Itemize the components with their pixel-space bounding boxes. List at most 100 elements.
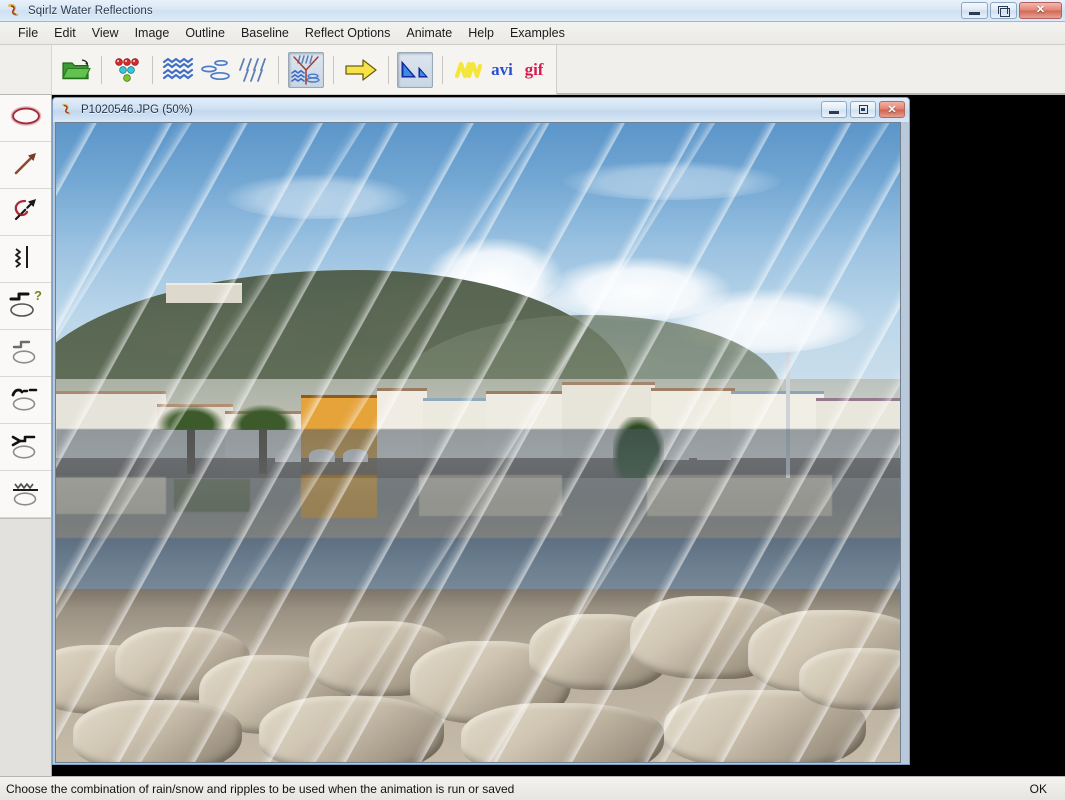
svg-text:?: ?: [34, 288, 42, 303]
toolbar-run-animation-button[interactable]: [343, 52, 379, 88]
document-body: [53, 122, 909, 764]
toolbar-rain-and-ripples-button[interactable]: [287, 51, 324, 88]
window-close-button[interactable]: ✕: [1019, 2, 1062, 19]
document-window-controls: ✕: [821, 101, 905, 118]
toolbar-morph-button[interactable]: [452, 52, 484, 88]
menu-item-reflect-options[interactable]: Reflect Options: [297, 24, 398, 42]
palm-fronds: [157, 404, 225, 430]
sidebar-item-arrow-tool[interactable]: [0, 142, 51, 189]
ripple-ellipses-icon: [200, 56, 232, 84]
menu-item-image[interactable]: Image: [127, 24, 178, 42]
rock: [258, 696, 445, 762]
toolbar-rain-button[interactable]: [237, 52, 269, 88]
menu-item-file[interactable]: File: [10, 24, 46, 42]
step-ellipse-question-icon: ?: [7, 288, 45, 325]
sqirlz-logo-icon: [5, 3, 21, 19]
document-titlebar: P1020546.JPG (50%) ✕: [53, 98, 909, 122]
toolbar-ripple-rings-button[interactable]: [199, 52, 233, 88]
menu-item-edit[interactable]: Edit: [46, 24, 84, 42]
main-toolbar: avi gif: [52, 45, 557, 95]
blue-triangle-reflect-icon: [398, 57, 432, 83]
main-body: ? P1020546.JPG (50%) ✕: [0, 95, 1065, 776]
sidebar-item-wave-ellipse-tool[interactable]: [0, 471, 51, 518]
rain-ripples-combo-icon: [289, 54, 323, 86]
red-curve-arrow-icon: [9, 195, 43, 230]
rain-streaks-icon: [238, 56, 268, 84]
step-ellipse-icon: [8, 335, 44, 372]
sidebar-item-arrow-step-ellipse-tool[interactable]: [0, 424, 51, 471]
close-icon: ✕: [1035, 4, 1046, 16]
window-minimize-button[interactable]: [961, 2, 988, 19]
arrow-step-ellipse-icon: [8, 429, 44, 466]
menubar: File Edit View Image Outline Baseline Re…: [0, 22, 1065, 45]
toolbar-open-file-button[interactable]: [60, 52, 92, 88]
statusbar: Choose the combination of rain/snow and …: [0, 776, 1065, 800]
gif-text-icon: gif: [524, 59, 544, 79]
photo-composition: [56, 123, 900, 762]
toolbar-separator: [278, 55, 279, 84]
zigzag-baseline-icon: [10, 242, 42, 277]
menu-item-baseline[interactable]: Baseline: [233, 24, 297, 42]
toolbar-ripples-button[interactable]: [161, 52, 195, 88]
brown-arrow-icon: [10, 148, 42, 183]
dashed-step-ellipse-icon: [8, 382, 44, 419]
status-message: Choose the combination of rain/snow and …: [6, 781, 515, 796]
sidebar-item-ellipse-outline-tool[interactable]: [0, 95, 51, 142]
menu-item-outline[interactable]: Outline: [177, 24, 233, 42]
sidebar-item-help-region-tool[interactable]: ?: [0, 283, 51, 330]
minimize-icon: [969, 11, 980, 15]
toolbar-left-spacer: [0, 45, 52, 94]
window-title: Sqirlz Water Reflections: [28, 4, 153, 17]
rock: [72, 699, 242, 762]
sidebar-item-dashed-step-ellipse-tool[interactable]: [0, 377, 51, 424]
waves-icon: [162, 56, 194, 84]
toolbar-save-gif-button[interactable]: gif: [520, 52, 548, 88]
toolbar-separator: [101, 55, 102, 84]
image-canvas[interactable]: [55, 122, 901, 763]
wave-ellipse-icon: [8, 476, 44, 513]
minimize-icon: [829, 110, 839, 114]
toolbar-separator: [387, 55, 389, 84]
sidebar-item-step-ellipse-tool[interactable]: [0, 330, 51, 377]
menu-item-examples[interactable]: Examples: [502, 24, 573, 42]
document-close-button[interactable]: ✕: [879, 101, 905, 118]
status-right-label: OK: [1029, 781, 1047, 796]
yellow-arrow-icon: [344, 57, 378, 83]
sidebar-tool-group: ?: [0, 95, 51, 519]
toolbar-separator: [151, 55, 153, 84]
document-window: P1020546.JPG (50%) ✕: [52, 97, 910, 765]
restore-icon: [858, 105, 868, 114]
avi-text-icon: avi: [491, 59, 513, 79]
rocks-layer: [56, 589, 900, 762]
toolbar-reflection-button[interactable]: [397, 51, 434, 88]
document-title: P1020546.JPG (50%): [81, 104, 193, 116]
window-controls: ✕: [961, 2, 1062, 19]
tool-sidebar: ?: [0, 95, 52, 776]
toolbar-save-avi-button[interactable]: avi: [488, 52, 516, 88]
window-titlebar: Sqirlz Water Reflections ✕: [0, 0, 1065, 22]
restore-icon: [998, 6, 1010, 17]
sidebar-item-baseline-tool[interactable]: [0, 236, 51, 283]
window-restore-button[interactable]: [990, 2, 1017, 19]
toolbar-area: avi gif: [0, 45, 1065, 95]
close-icon: ✕: [887, 104, 897, 116]
menu-item-view[interactable]: View: [84, 24, 127, 42]
toolbar-outline-points-button[interactable]: [111, 52, 143, 88]
menu-item-help[interactable]: Help: [460, 24, 502, 42]
document-restore-button[interactable]: [850, 101, 876, 118]
rock: [798, 648, 900, 711]
palm-fronds: [229, 404, 297, 430]
toolbar-right-spacer: [557, 45, 1065, 94]
red-ellipse-icon: [8, 103, 44, 134]
yellow-zigzag-icon: [453, 57, 483, 83]
document-minimize-button[interactable]: [821, 101, 847, 118]
colored-dots-icon: [112, 56, 142, 84]
open-folder-icon: [61, 57, 91, 83]
menu-item-animate[interactable]: Animate: [398, 24, 460, 42]
rock: [461, 703, 664, 762]
mdi-client-area: P1020546.JPG (50%) ✕: [52, 95, 1065, 776]
reflection-layer: [56, 429, 900, 539]
sqirlz-logo-icon: [59, 103, 73, 117]
sidebar-item-curve-tool[interactable]: [0, 189, 51, 236]
toolbar-separator: [442, 55, 443, 84]
